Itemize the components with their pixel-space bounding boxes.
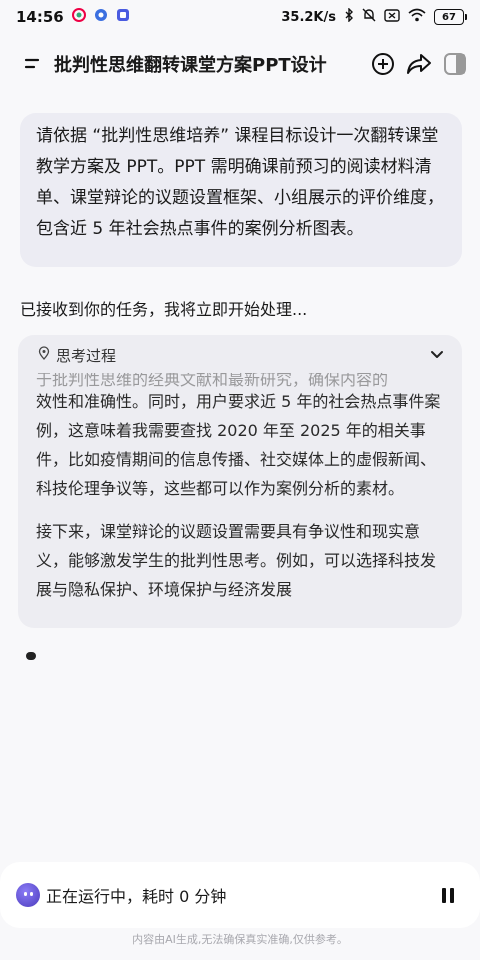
- user-message-bubble: 请依据 “批判性思维培养” 课程目标设计一次翻转课堂教学方案及 PPT。PPT …: [20, 113, 462, 267]
- status-time: 14:56: [16, 8, 64, 26]
- status-left: 14:56: [16, 8, 130, 26]
- thinking-title: 思考过程: [56, 346, 117, 365]
- chat-header: 批判性思维翻转课堂方案PPT设计: [0, 42, 480, 86]
- network-speed: 35.2K/s: [281, 9, 336, 25]
- side-panel-button[interactable]: [442, 51, 468, 77]
- share-button[interactable]: [406, 51, 432, 77]
- pause-icon: [442, 887, 446, 903]
- add-circle-icon: [372, 53, 394, 75]
- thinking-process-card: 思考过程 于批判性思维的经典文献和最新研究，确保内容的 效性和准确性。同时，用户…: [18, 335, 462, 628]
- share-icon: [407, 54, 431, 74]
- run-status-bar: 正在运行中，耗时 0 分钟: [0, 862, 480, 928]
- pause-button[interactable]: [436, 883, 460, 907]
- bluetooth-icon: [344, 7, 354, 26]
- app-notification-icon: [71, 8, 86, 26]
- assistant-avatar: [16, 883, 40, 907]
- thinking-header[interactable]: 思考过程: [18, 335, 462, 375]
- panel-icon: [444, 53, 466, 75]
- thinking-paragraph-1: 效性和准确性。同时，用户要求近 5 年的社会热点事件案例，这意味着我需要查找 2…: [36, 392, 441, 498]
- no-sim-icon: [384, 8, 400, 26]
- header-actions: [370, 51, 468, 77]
- run-status-text: 正在运行中，耗时 0 分钟: [46, 887, 227, 906]
- mute-bell-icon: [362, 8, 376, 26]
- wifi-icon: [408, 8, 426, 26]
- assistant-status-text: 已接收到你的任务，我将立即开始处理...: [20, 300, 308, 319]
- thinking-paragraph-2: 接下来，课堂辩论的议题设置需要具有争议性和现实意义，能够激发学生的批判性思考。例…: [36, 522, 437, 599]
- user-message-text: 请依据 “批判性思维培养” 课程目标设计一次翻转课堂教学方案及 PPT。PPT …: [36, 126, 444, 239]
- location-pin-icon: [38, 346, 50, 364]
- status-right: 35.2K/s 67: [281, 7, 467, 26]
- typing-indicator: [26, 652, 36, 660]
- thinking-body: 于批判性思维的经典文献和最新研究，确保内容的 效性和准确性。同时，用户要求近 5…: [18, 373, 462, 604]
- ai-disclaimer: 内容由AI生成,无法确保真实准确,仅供参考。: [132, 933, 348, 946]
- chat-title: 批判性思维翻转课堂方案PPT设计: [54, 55, 327, 76]
- app-notification-icon-3: [116, 8, 130, 26]
- new-chat-button[interactable]: [370, 51, 396, 77]
- menu-button[interactable]: [24, 53, 46, 75]
- chevron-down-icon[interactable]: [430, 346, 444, 364]
- app-notification-icon-2: [94, 8, 108, 26]
- battery-indicator: 67: [434, 9, 467, 25]
- thinking-partial-line: 于批判性思维的经典文献和最新研究，确保内容的: [36, 373, 389, 387]
- menu-icon: [24, 58, 40, 69]
- status-bar: 14:56 35.2K/s 67: [0, 0, 480, 34]
